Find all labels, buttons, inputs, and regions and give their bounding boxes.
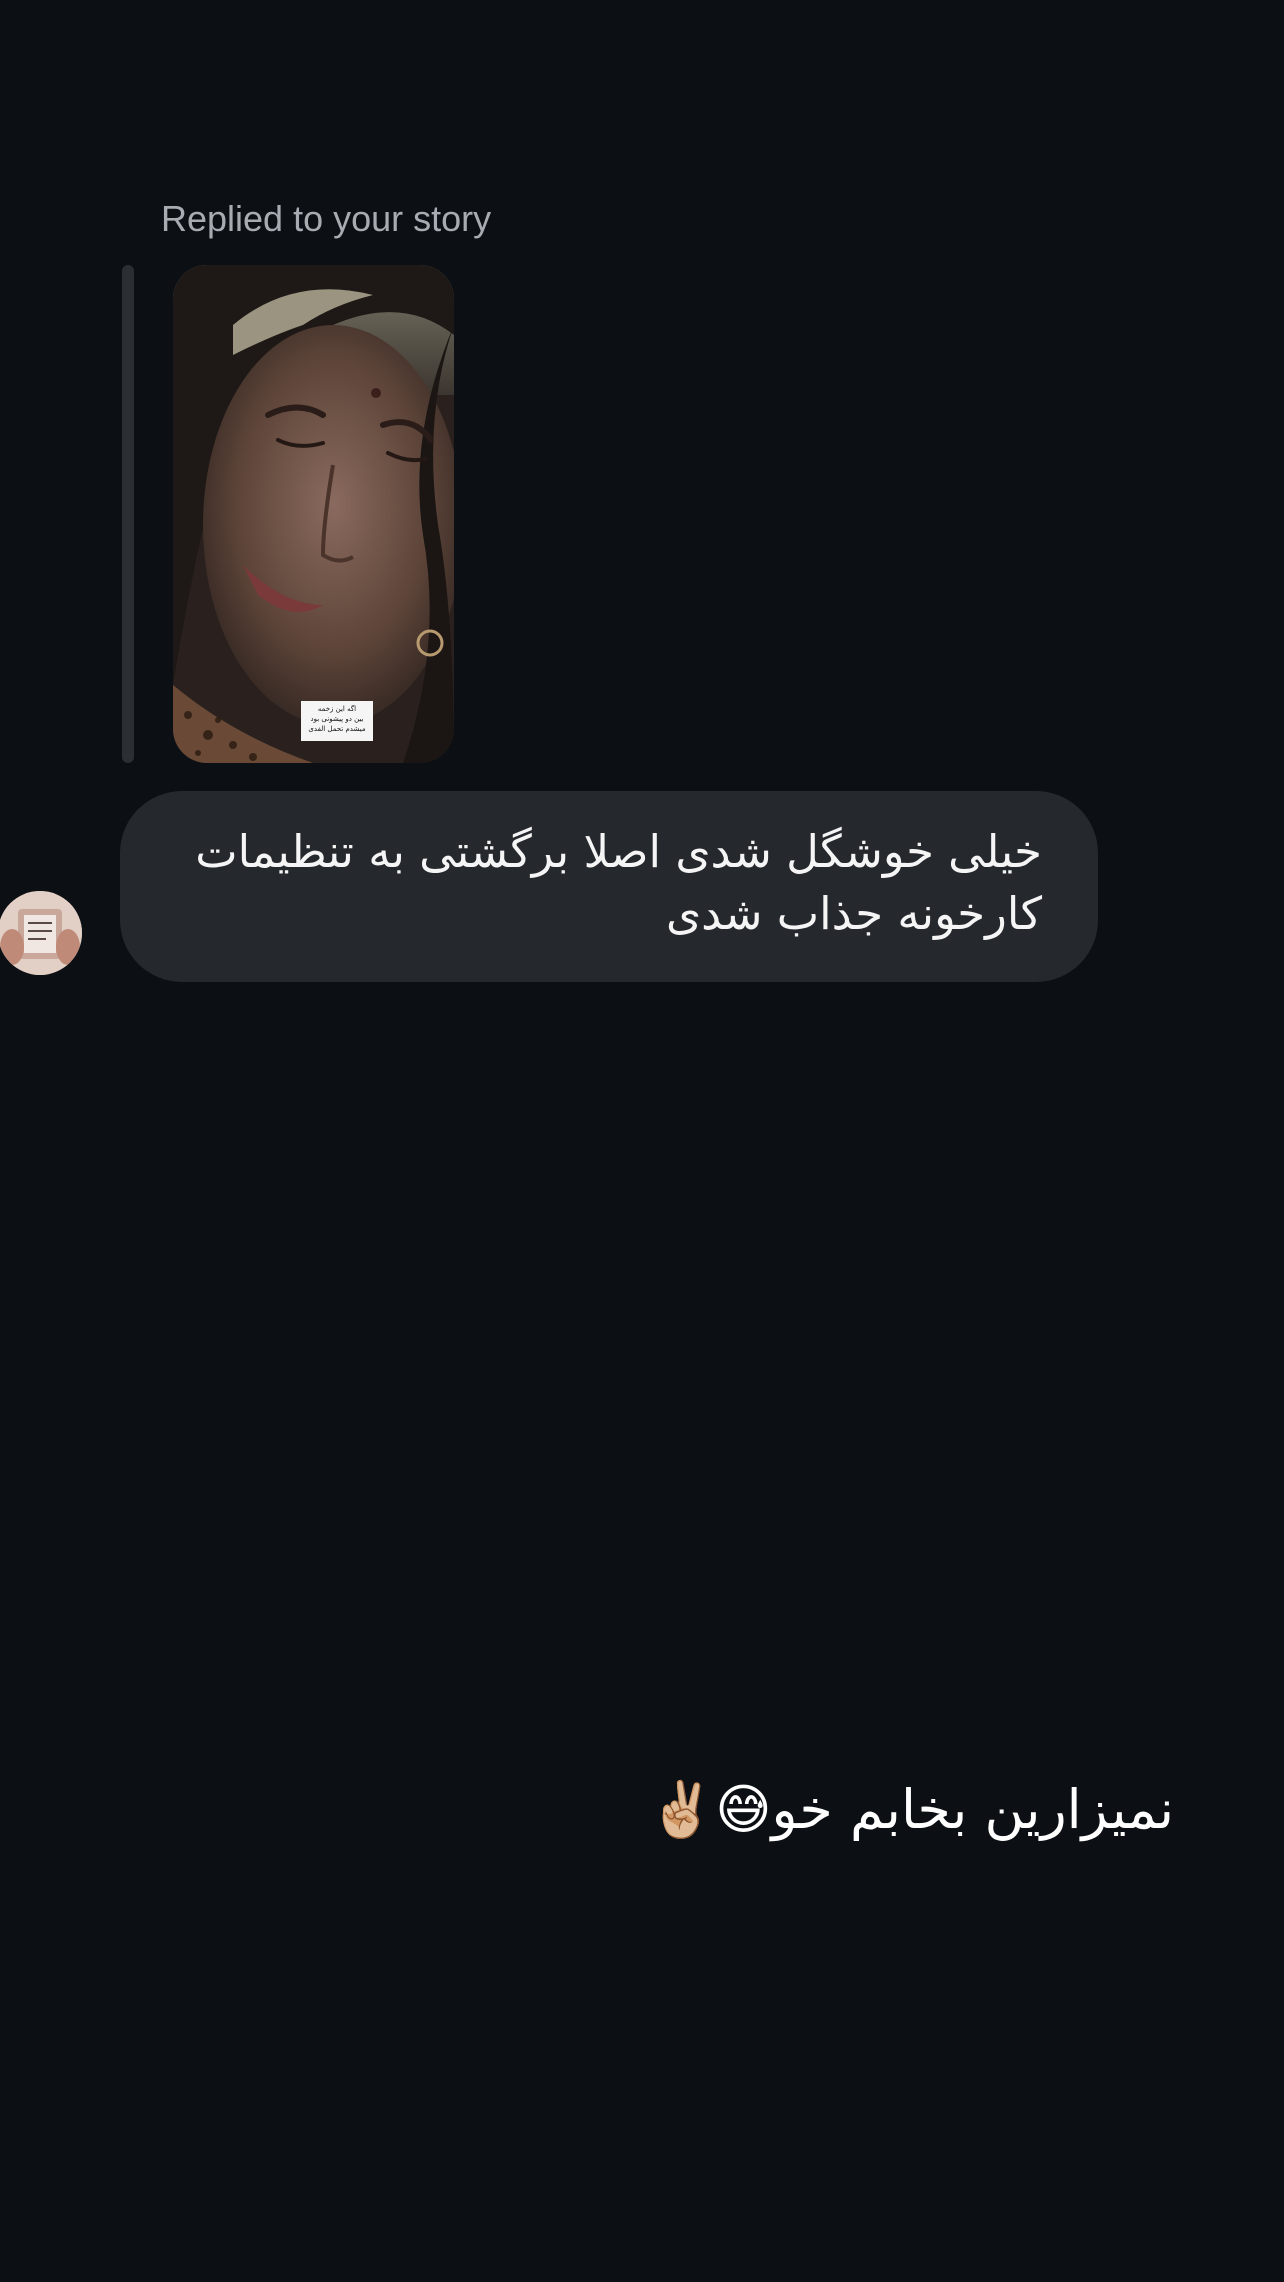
received-message-bubble[interactable]: خیلی خوشگل شدی اصلا برگشتی به تنظیمات کا… bbox=[120, 791, 1098, 982]
sticker-line: میشدم تحمل الفدی bbox=[308, 725, 366, 733]
sticker-line: بین دو پیشونی بود bbox=[310, 715, 364, 723]
replied-to-story-label: Replied to your story bbox=[161, 198, 492, 239]
received-message-text: خیلی خوشگل شدی اصلا برگشتی به تنظیمات کا… bbox=[195, 825, 1042, 940]
sticker-line: اگه این زخمه bbox=[317, 705, 357, 713]
story-quote-bar bbox=[122, 265, 134, 763]
story-thumbnail[interactable]: اگه این زخمه بین دو پیشونی بود میشدم تحم… bbox=[173, 265, 454, 763]
avatar-image bbox=[0, 891, 82, 975]
sender-avatar[interactable] bbox=[0, 891, 82, 975]
story-text-sticker: اگه این زخمه بین دو پیشونی بود میشدم تحم… bbox=[301, 701, 373, 741]
sent-message-text[interactable]: نمیزارین بخابم خو😅✌🏼 bbox=[648, 1770, 1174, 1850]
story-photo bbox=[173, 265, 454, 763]
dm-thread: Replied to your story اگه این زخمه بین د… bbox=[0, 0, 1284, 2282]
